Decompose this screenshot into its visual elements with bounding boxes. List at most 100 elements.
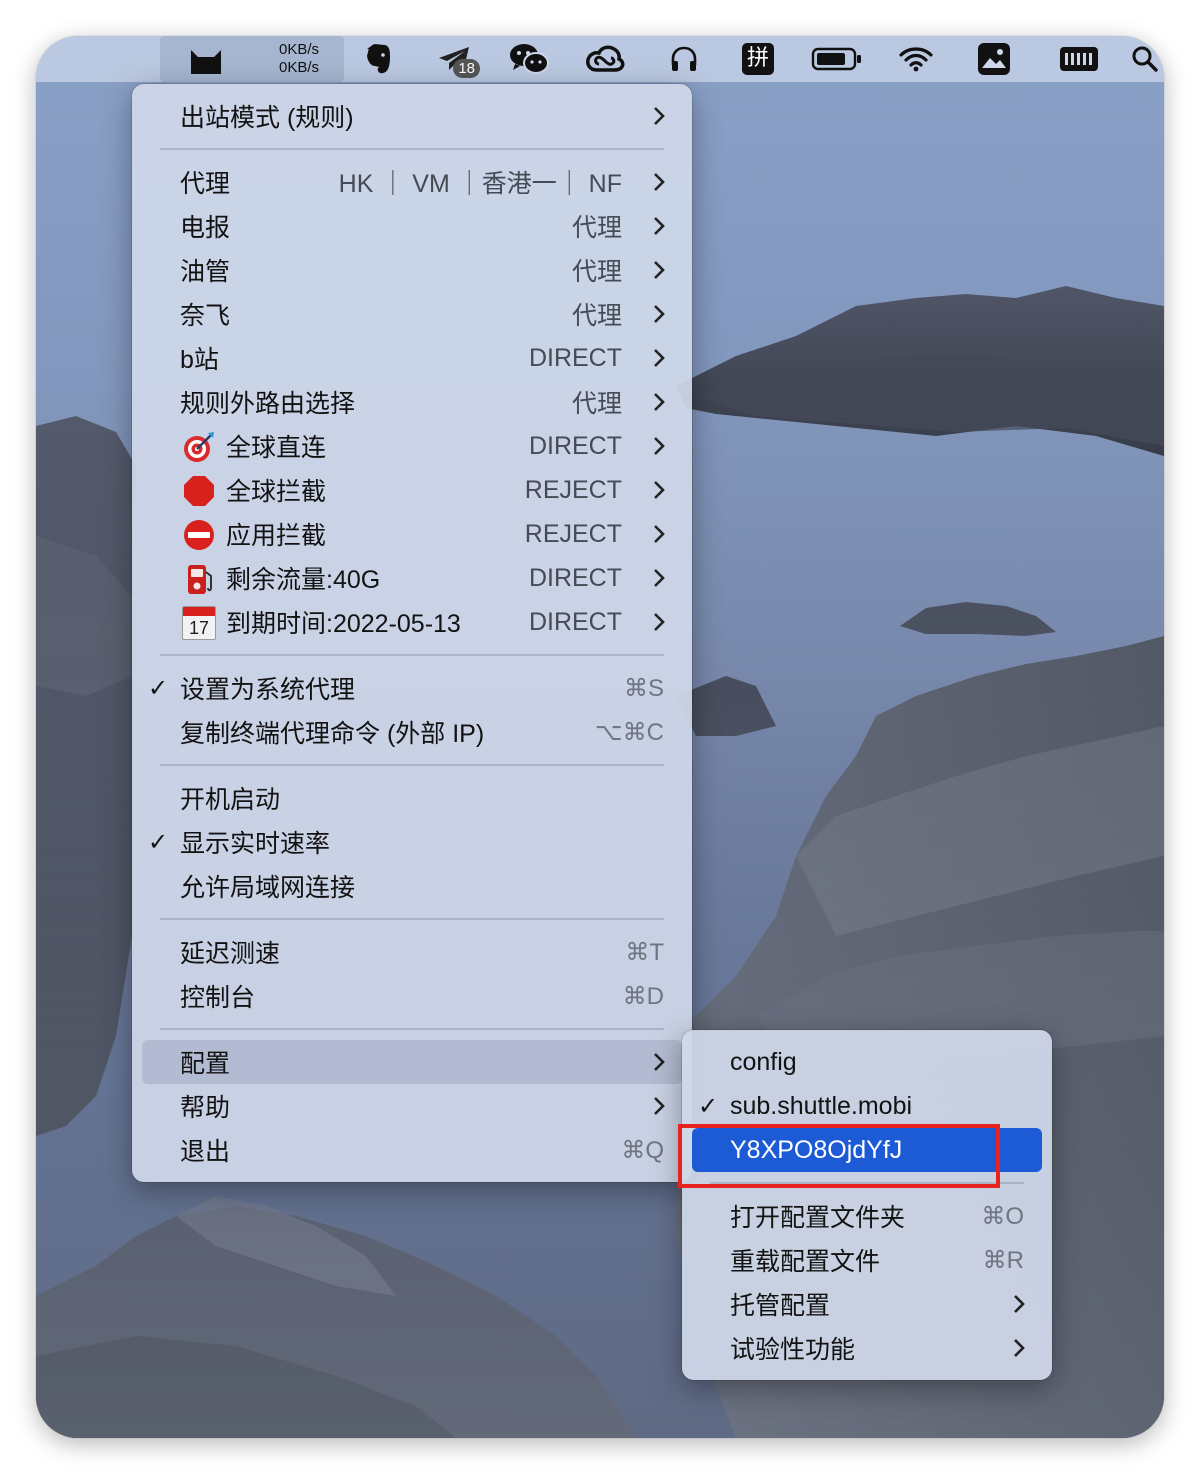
menu-item-show-speed[interactable]: ✓ 显示实时速率 — [132, 820, 692, 864]
proxy-group-item[interactable]: 油管 代理 — [132, 248, 692, 292]
evernote-status-item[interactable] — [360, 36, 396, 82]
menu-item-system-proxy[interactable]: ✓ 设置为系统代理 ⌘S — [132, 666, 692, 710]
menu-item-label: 重载配置文件 — [730, 1248, 881, 1276]
proxy-group-item[interactable]: 代理 HK ｜ VM ｜香港一｜ NF — [132, 160, 692, 204]
proxy-group-label: 全球直连 — [226, 434, 327, 462]
profile-item[interactable]: ✓ sub.shuttle.mobi — [682, 1084, 1052, 1128]
menu-separator — [160, 1028, 664, 1030]
proxy-group-value: 代理 — [571, 258, 622, 286]
chevron-right-icon — [654, 217, 665, 235]
proxy-group-value: REJECT — [524, 475, 622, 504]
calendar-day: 17 — [188, 618, 210, 638]
clash-cat-icon — [191, 50, 221, 74]
menu-item-label: 延迟测速 — [180, 940, 281, 968]
chevron-right-icon — [654, 261, 665, 279]
menu-item-benchmark[interactable]: 延迟测速 ⌘T — [132, 930, 692, 974]
headphones-icon — [671, 46, 697, 71]
chevron-right-icon — [654, 393, 665, 411]
menu-separator — [160, 918, 664, 920]
shortcut-label: ⌘T — [625, 938, 664, 966]
photo-icon — [978, 43, 1010, 75]
calendar-header — [183, 607, 215, 616]
menu-bar: 0KB/s 0KB/s 18 拼 — [36, 36, 1164, 82]
menu-item-label: 帮助 — [180, 1094, 231, 1122]
desktop: 0KB/s 0KB/s 18 拼 出站模式 (规则) 代理 HK ｜ VM ｜香… — [36, 36, 1164, 1438]
proxy-group-item[interactable]: 全球直连 DIRECT — [132, 424, 692, 468]
proxy-group-value: 代理 — [571, 302, 622, 330]
proxy-group-value: DIRECT — [528, 563, 622, 592]
download-speed: 0KB/s — [278, 59, 320, 76]
chevron-right-icon — [654, 107, 665, 125]
telegram-status-item[interactable]: 18 — [434, 36, 480, 82]
keyboard-icon — [1060, 47, 1098, 71]
photo-status-item[interactable] — [974, 36, 1014, 82]
proxy-group-label: b站 — [180, 346, 219, 374]
shortcut-label: ⌘S — [623, 674, 664, 702]
menu-item-help[interactable]: 帮助 — [132, 1084, 692, 1128]
chevron-right-icon — [654, 525, 665, 543]
proxy-group-value: DIRECT — [528, 607, 622, 636]
checkmark-icon: ✓ — [147, 674, 169, 702]
menu-item-label: 退出 — [180, 1138, 231, 1166]
menu-item-allow-lan[interactable]: 允许局域网连接 — [132, 864, 692, 908]
profile-label: sub.shuttle.mobi — [730, 1091, 913, 1120]
proxy-group-item[interactable]: 17 到期时间:2022-05-13 DIRECT — [132, 600, 692, 644]
headphones-status-item[interactable] — [664, 36, 704, 82]
keyboard-status-item[interactable] — [1056, 36, 1102, 82]
menu-item-label: 设置为系统代理 — [180, 676, 356, 704]
proxy-group-label: 电报 — [180, 214, 231, 242]
proxy-group-label: 油管 — [180, 258, 231, 286]
clash-status-item[interactable]: 0KB/s 0KB/s — [160, 36, 344, 82]
pinyin-label: 拼 — [746, 46, 769, 71]
proxy-group-label: 代理 — [180, 170, 231, 198]
proxy-group-item[interactable]: b站 DIRECT — [132, 336, 692, 380]
shortcut-label: ⌘D — [622, 982, 664, 1010]
shortcut-label: ⌥⌘C — [595, 718, 664, 746]
creative-cloud-icon — [586, 45, 625, 72]
chevron-right-icon — [654, 349, 665, 367]
menu-item-quit[interactable]: 退出 ⌘Q — [132, 1128, 692, 1172]
proxy-group-value: DIRECT — [528, 343, 622, 372]
menu-item-managed-config[interactable]: 托管配置 — [682, 1282, 1052, 1326]
wechat-status-item[interactable] — [508, 36, 550, 82]
config-submenu: config ✓ sub.shuttle.mobi Y8XPO8OjdYfJ 打… — [682, 1030, 1052, 1380]
creative-cloud-status-item[interactable] — [584, 36, 626, 82]
menu-item-launch-at-login[interactable]: 开机启动 — [132, 776, 692, 820]
menu-item-label: 控制台 — [180, 984, 256, 1012]
telegram-badge: 18 — [453, 59, 480, 78]
chevron-right-icon — [654, 1053, 665, 1071]
chevron-right-icon — [654, 481, 665, 499]
speed-readout: 0KB/s 0KB/s — [264, 41, 334, 77]
shortcut-label: ⌘R — [982, 1246, 1024, 1274]
menu-item-reload-config[interactable]: 重载配置文件 ⌘R — [682, 1238, 1052, 1282]
profile-label: config — [730, 1047, 797, 1076]
wifi-icon — [899, 47, 933, 72]
no-entry-icon — [184, 520, 214, 550]
menu-item-copy-command[interactable]: 复制终端代理命令 (外部 IP) ⌥⌘C — [132, 710, 692, 754]
menu-item-open-config-folder[interactable]: 打开配置文件夹 ⌘O — [682, 1194, 1052, 1238]
proxy-group-value: 代理 — [571, 390, 622, 418]
proxy-group-value: 代理 — [571, 214, 622, 242]
wifi-status-item[interactable] — [896, 36, 936, 82]
menu-item-label: 复制终端代理命令 (外部 IP) — [180, 720, 485, 748]
shortcut-label: ⌘Q — [621, 1136, 664, 1164]
search-icon — [1132, 46, 1158, 72]
proxy-group-item[interactable]: 规则外路由选择 代理 — [132, 380, 692, 424]
checkmark-icon: ✓ — [697, 1092, 719, 1120]
menu-item-experimental[interactable]: 试验性功能 — [682, 1326, 1052, 1370]
proxy-group-item[interactable]: 电报 代理 — [132, 204, 692, 248]
menu-item-outbound-mode[interactable]: 出站模式 (规则) — [132, 94, 692, 138]
chevron-right-icon — [654, 569, 665, 587]
menu-item-label: 打开配置文件夹 — [730, 1204, 906, 1232]
proxy-group-item[interactable]: 剩余流量:40G DIRECT — [132, 556, 692, 600]
menu-item-dashboard[interactable]: 控制台 ⌘D — [132, 974, 692, 1018]
menu-separator — [160, 148, 664, 150]
proxy-group-item[interactable]: 全球拦截 REJECT — [132, 468, 692, 512]
pinyin-input-status-item[interactable]: 拼 — [738, 36, 778, 82]
proxy-group-item[interactable]: 应用拦截 REJECT — [132, 512, 692, 556]
profile-item[interactable]: config — [682, 1040, 1052, 1084]
menu-item-config[interactable]: 配置 — [142, 1040, 682, 1084]
proxy-group-item[interactable]: 奈飞 代理 — [132, 292, 692, 336]
battery-status-item[interactable] — [810, 36, 864, 82]
search-status-item[interactable] — [1126, 36, 1164, 82]
